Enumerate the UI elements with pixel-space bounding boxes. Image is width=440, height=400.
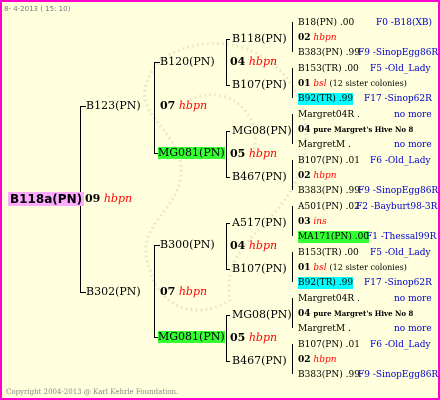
gen4-year-line: 02 hbpn [298,355,337,365]
connector [226,269,230,270]
gen4-origin: F1 -Thessal99R [366,232,437,242]
gen3-year-line: 04 hbpn [230,55,278,68]
gen4-queen[interactable]: Margret04R . [298,109,360,121]
gen4-queen[interactable]: MargretM . [298,323,351,335]
gen3-queen[interactable]: A517(PN) [232,217,287,229]
gen2-queen[interactable]: B300(PN) [160,239,215,251]
gen3-year-line: 05 hbpn [230,147,278,160]
gen4-queen[interactable]: B107(PN) .01 [298,339,360,351]
gen2-queen-highlight[interactable]: MG081(PN) [158,147,225,159]
gen3-queen[interactable]: B118(PN) [232,33,287,45]
connector [226,223,230,224]
gen4-queen[interactable]: A501(PN) .02 [298,201,360,213]
dam-mark: hbpn [178,285,208,298]
gen4-queen[interactable]: B153(TR) .00 [298,247,359,259]
gen4-origin: F6 -Old_Lady [370,156,431,166]
connector [226,131,227,177]
connector [292,252,293,282]
gen4-queen-highlight[interactable]: B92(TR) .99 [298,93,354,105]
root-queen[interactable]: B118a(PN) [8,192,85,206]
connector [226,177,230,178]
root-mark: hbpn [103,192,133,205]
gen4-queen-highlight[interactable]: MA171(PN) .00 [298,231,370,243]
connector [292,206,293,236]
gen3-queen[interactable]: B107(PN) [232,263,287,275]
gen3-queen[interactable]: B107(PN) [232,79,287,91]
connector [292,160,293,190]
copyright: Copyright 2004-2013 @ Karl Kehrle Founda… [6,388,179,396]
connector [226,85,230,86]
gen4-year-line: 04 pure Margret's Hive No 8 [298,309,414,319]
gen4-origin: F5 -Old_Lady [370,248,431,258]
sire-year-line: 07 hbpn [160,100,207,112]
gen4-origin: F17 -Sinop62R [364,278,432,288]
dam-year: 07 [160,285,176,298]
gen3-queen[interactable]: B467(PN) [232,355,287,367]
gen4-year-line: 02 hbpn [298,33,337,43]
gen4-queen[interactable]: MargretM . [298,139,351,151]
sire-year: 07 [160,99,176,112]
gen4-year-line: 02 hbpn [298,171,337,181]
gen4-queen[interactable]: B153(TR) .00 [298,63,359,75]
gen4-queen[interactable]: B383(PN) .99 [298,47,360,59]
connector [292,298,293,328]
gen4-origin: F2 -Bayburt98-3R [356,202,438,212]
gen3-queen[interactable]: MG08(PN) [232,125,292,137]
gen4-origin: F9 -SinopEgg86R [358,48,439,58]
gen4-year-line: 03 ins [298,217,327,227]
gen3-queen[interactable]: MG08(PN) [232,309,292,321]
gen4-origin: no more [394,140,432,150]
connector [226,39,227,85]
connector [226,39,230,40]
gen4-origin: no more [394,324,432,334]
connector [154,62,155,153]
root-year: 09 [85,192,101,205]
connector [226,131,230,132]
gen4-queen-highlight[interactable]: B92(TR) .99 [298,277,354,289]
gen4-queen[interactable]: B107(PN) .01 [298,155,360,167]
connector [226,315,227,361]
connector [226,223,227,269]
gen3-year-line: 04 hbpn [230,239,278,252]
root-year-line: 09 hbpn [85,193,132,205]
connector [292,344,293,374]
gen4-origin: F6 -Old_Lady [370,340,431,350]
gen4-queen[interactable]: B383(PN) .99 [298,369,360,381]
gen2-queen[interactable]: B120(PN) [160,56,215,68]
gen4-origin: F0 -B18(XB) [376,18,432,28]
gen4-queen[interactable]: Margret04R . [298,293,360,305]
gen4-origin: F9 -SinopEgg86R [358,186,439,196]
gen4-year-line: 01 bsl (12 sister colonies) [298,79,407,89]
gen4-origin: F9 -SinopEgg86R [358,370,439,380]
date-stamp: 8- 4-2013 ( 15: 10) [4,5,71,13]
gen2-queen-highlight[interactable]: MG081(PN) [158,331,225,343]
gen4-queen[interactable]: B18(PN) .00 [298,17,354,29]
gen4-origin: F17 -Sinop62R [364,94,432,104]
gen3-year-line: 05 hbpn [230,331,278,344]
connector [292,114,293,144]
gen4-origin: no more [394,294,432,304]
connector [226,315,230,316]
gen4-origin: no more [394,110,432,120]
gen4-queen[interactable]: B383(PN) .99 [298,185,360,197]
gen3-queen[interactable]: B467(PN) [232,171,287,183]
connector [292,68,293,98]
sire-mark: hbpn [178,99,208,112]
gen4-origin: F5 -Old_Lady [370,64,431,74]
connector [226,361,230,362]
connector [292,22,293,52]
dam-queen[interactable]: B302(PN) [86,286,141,298]
sire-queen[interactable]: B123(PN) [86,100,141,112]
gen4-year-line: 04 pure Margret's Hive No 8 [298,125,414,135]
gen4-year-line: 01 bsl (12 sister colonies) [298,263,407,273]
dam-year-line: 07 hbpn [160,286,207,298]
connector [154,245,155,337]
